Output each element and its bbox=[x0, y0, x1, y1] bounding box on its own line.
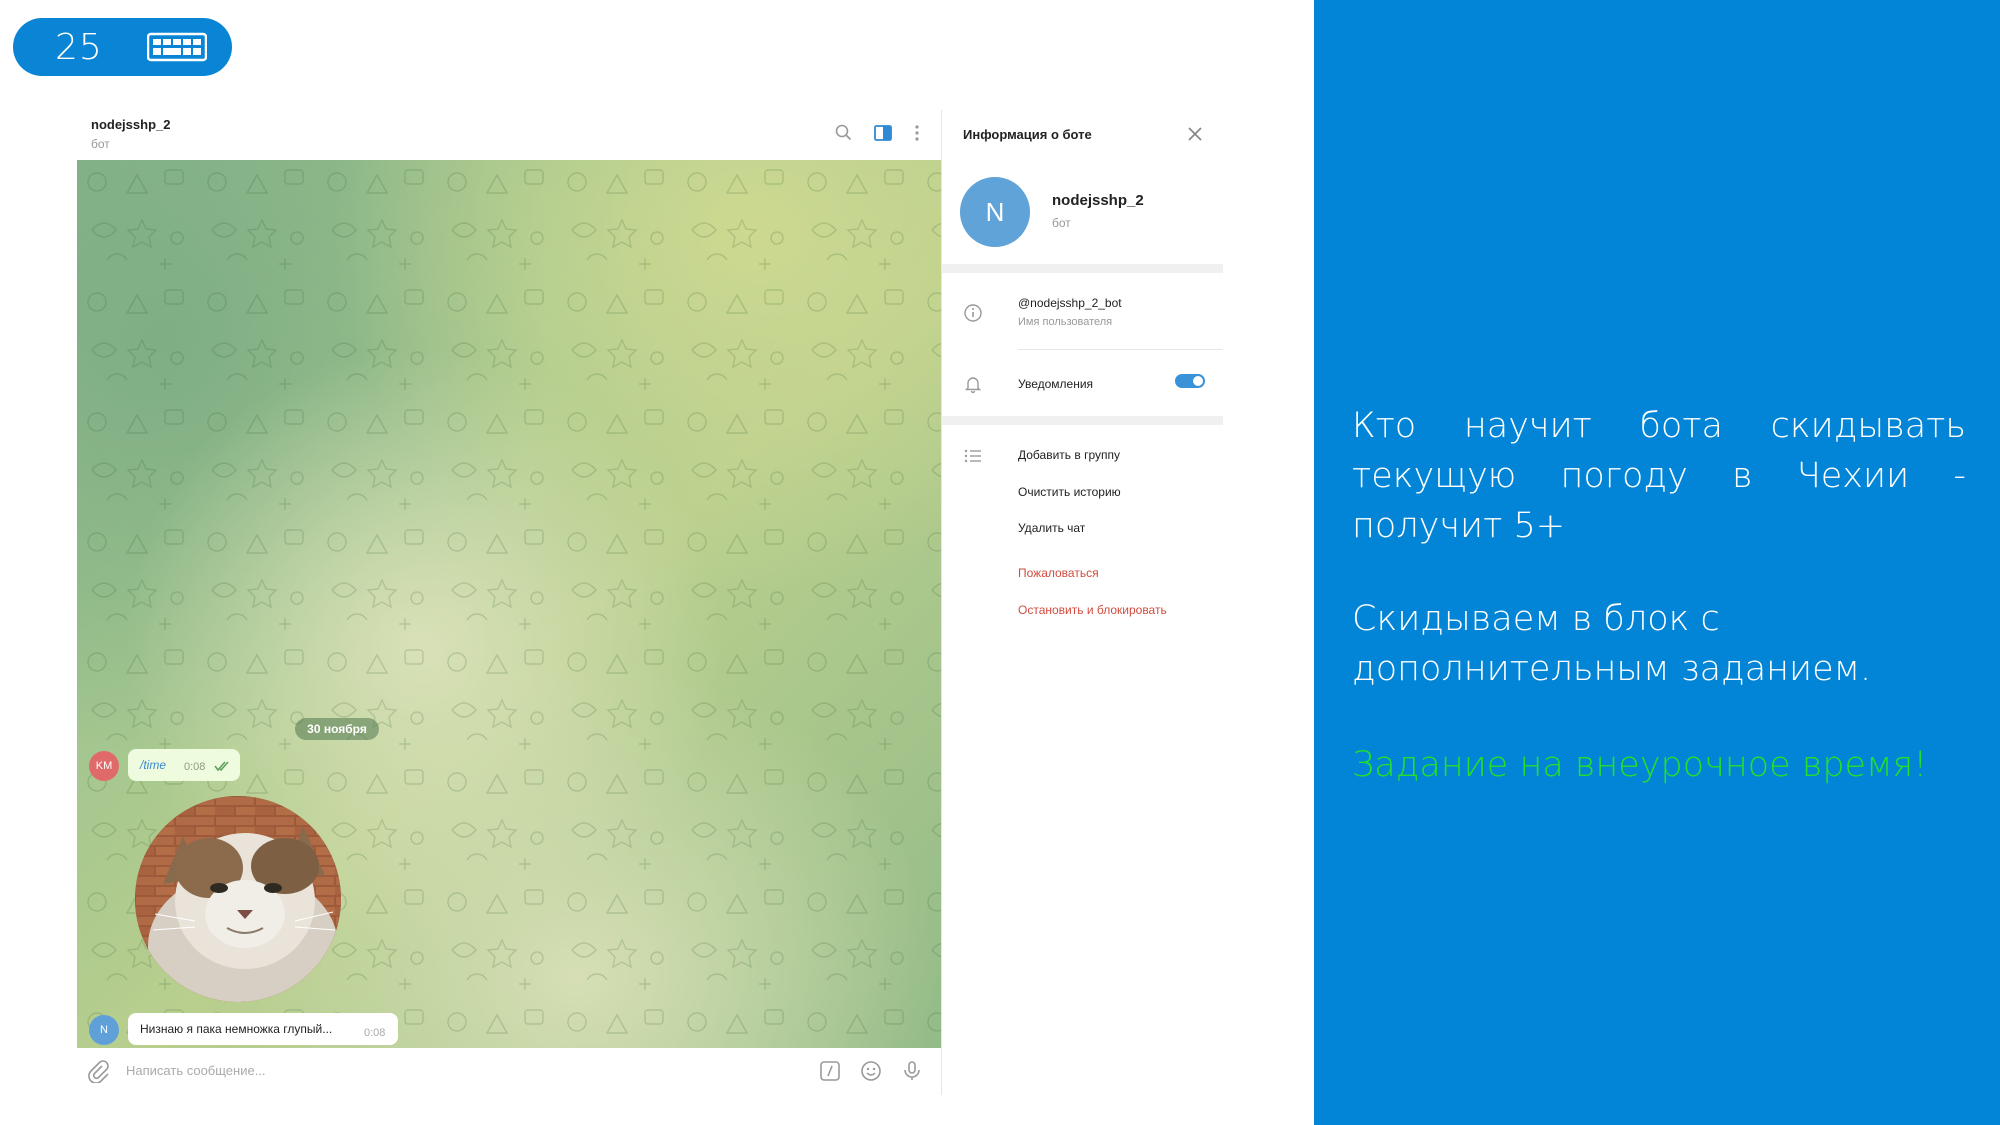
search-icon[interactable] bbox=[833, 122, 855, 144]
list-icon bbox=[964, 449, 981, 463]
date-badge: 30 ноября bbox=[295, 718, 379, 740]
message-input[interactable]: Написать сообщение... bbox=[126, 1063, 266, 1078]
cat-photo bbox=[135, 796, 341, 1002]
extracurricular-note: Задание на внеурочное время! bbox=[1352, 745, 1928, 785]
compose-bar: Написать сообщение... bbox=[77, 1048, 941, 1095]
add-to-group-button[interactable]: Добавить в группу bbox=[1018, 448, 1120, 462]
username-label: Имя пользователя bbox=[1018, 316, 1113, 328]
message-text[interactable]: /time bbox=[140, 758, 166, 772]
assignment-panel: Кто научит бота скидывать текущую погоду… bbox=[1314, 0, 2000, 1125]
slide-number-badge: 25 bbox=[13, 18, 232, 76]
divider bbox=[1018, 349, 1223, 350]
delete-chat-button[interactable]: Удалить чат bbox=[1018, 521, 1085, 535]
video-message[interactable] bbox=[135, 796, 341, 1002]
section-divider bbox=[942, 416, 1223, 425]
telegram-window: nodejsshp_2 бот 30 ноября KM /time 0:08 … bbox=[77, 110, 1223, 1095]
clear-history-button[interactable]: Очистить историю bbox=[1018, 485, 1121, 499]
message-bubble-outgoing[interactable]: /time 0:08 bbox=[128, 749, 240, 781]
slide: 25 nodejsshp_2 бот 30 ноября KM /time 0:… bbox=[0, 0, 2000, 1125]
chat-subtitle: бот bbox=[91, 137, 110, 151]
bot-commands-icon[interactable] bbox=[818, 1059, 842, 1083]
emoji-icon[interactable] bbox=[859, 1059, 883, 1083]
bot-name: nodejsshp_2 bbox=[1052, 192, 1144, 209]
bot-subtitle: бот bbox=[1052, 216, 1071, 230]
keyboard-icon bbox=[147, 32, 207, 62]
avatar[interactable]: KM bbox=[89, 751, 119, 781]
info-title: Информация о боте bbox=[963, 127, 1092, 142]
attach-icon[interactable] bbox=[86, 1059, 110, 1083]
chat-header: nodejsshp_2 бот bbox=[77, 110, 941, 160]
microphone-icon[interactable] bbox=[900, 1059, 924, 1083]
submission-text: Скидываем в блок с дополнительным задани… bbox=[1352, 599, 1872, 689]
assignment-text: Кто научит бота скидывать текущую погоду… bbox=[1352, 406, 1966, 546]
bot-info-panel: Информация о боте N nodejsshp_2 бот @nod… bbox=[941, 110, 1223, 1095]
close-icon[interactable] bbox=[1185, 124, 1205, 144]
avatar[interactable]: N bbox=[89, 1015, 119, 1045]
report-button[interactable]: Пожаловаться bbox=[1018, 566, 1099, 580]
chat-title[interactable]: nodejsshp_2 bbox=[91, 117, 170, 132]
stop-and-block-button[interactable]: Остановить и блокировать bbox=[1018, 603, 1167, 617]
slide-number: 25 bbox=[55, 26, 103, 68]
sidebar-toggle-icon[interactable] bbox=[872, 122, 894, 144]
more-menu-icon[interactable] bbox=[906, 122, 928, 144]
bot-avatar[interactable]: N bbox=[960, 177, 1030, 247]
toggle-knob bbox=[1193, 376, 1203, 386]
info-icon bbox=[964, 304, 982, 322]
notifications-label: Уведомления bbox=[1018, 377, 1094, 391]
section-divider bbox=[942, 264, 1223, 273]
chat-area: 30 ноября KM /time 0:08 N Низнаю я пака … bbox=[77, 160, 941, 1048]
bell-icon bbox=[964, 377, 982, 394]
message-bubble-incoming[interactable]: Низнаю я пака немножка глупый... 0:08 bbox=[128, 1013, 398, 1045]
double-check-icon bbox=[214, 761, 229, 772]
message-time: 0:08 bbox=[184, 761, 206, 773]
message-time: 0:08 bbox=[364, 1027, 386, 1039]
notifications-toggle[interactable] bbox=[1175, 374, 1205, 388]
message-text[interactable]: Низнаю я пака немножка глупый... bbox=[140, 1022, 332, 1036]
bot-username[interactable]: @nodejsshp_2_bot bbox=[1018, 296, 1122, 310]
